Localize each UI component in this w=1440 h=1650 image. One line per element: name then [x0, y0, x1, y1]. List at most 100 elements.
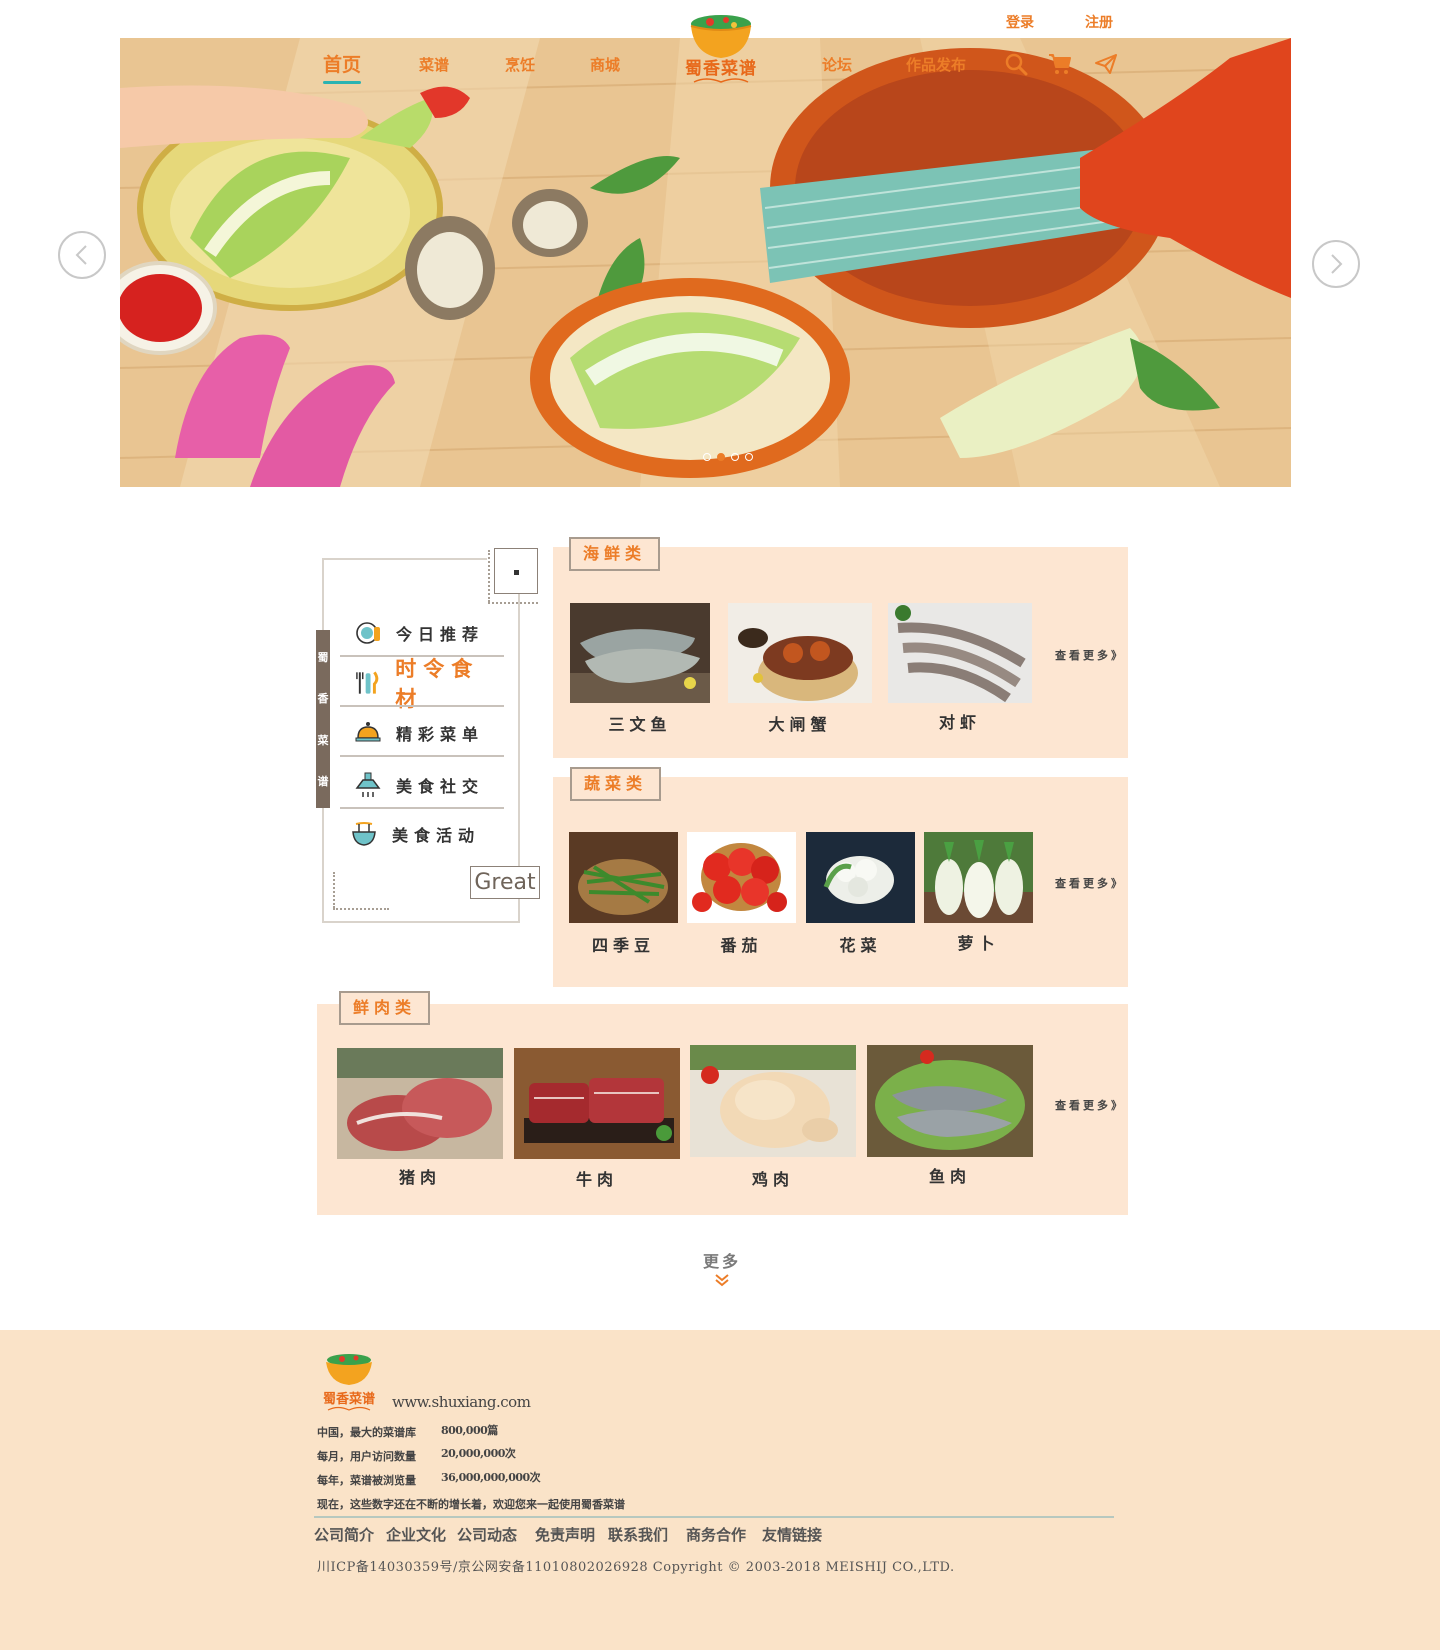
food-tile-pork[interactable]: 猪肉 [337, 1048, 503, 1188]
tile-caption: 大闸蟹 [768, 715, 832, 734]
frame-dotted-line [333, 872, 335, 908]
food-tile-green-beans[interactable]: 四季豆 [569, 832, 678, 957]
cart-icon[interactable] [1048, 52, 1072, 76]
nav-forum[interactable]: 论坛 [822, 54, 852, 75]
vertical-char: 菜 [317, 733, 329, 747]
footer: 蜀香菜谱 www.shuxiang.com 中国，最大的菜谱库 800,000篇… [0, 1330, 1440, 1650]
frame-dotted-line [488, 602, 538, 604]
frame-dotted-line [488, 550, 490, 602]
send-icon[interactable] [1094, 52, 1118, 76]
vegetables-more-link[interactable]: 查看更多》 [1055, 875, 1125, 891]
footer-link-about[interactable]: 公司简介 [314, 1524, 374, 1545]
sidebar-item-menu[interactable]: 精彩菜单 [340, 709, 504, 757]
sidebar-item-social[interactable]: 美食社交 [340, 761, 504, 809]
carousel-dot[interactable] [717, 453, 725, 461]
fish-image [867, 1045, 1033, 1157]
footer-link-disclaimer[interactable]: 免责声明 [535, 1524, 595, 1545]
vertical-brand-label: 蜀 香 菜 谱 [316, 630, 330, 808]
menu-divider [340, 807, 504, 809]
frame-dotted-line [333, 908, 389, 910]
footer-link-culture[interactable]: 企业文化 [386, 1524, 446, 1545]
utensils-icon [356, 671, 379, 694]
hero-illustration [120, 38, 1291, 487]
nav-mall[interactable]: 商城 [590, 54, 620, 75]
logo-text: 蜀香菜谱 [685, 59, 757, 79]
tile-caption: 番茄 [720, 936, 763, 955]
tile-caption: 鱼肉 [928, 1167, 971, 1186]
menu-divider [340, 755, 504, 757]
food-tile-fish[interactable]: 鱼肉 [867, 1045, 1033, 1188]
footer-link-contact[interactable]: 联系我们 [608, 1524, 668, 1545]
carousel-dot[interactable] [745, 453, 753, 461]
sidebar-item-label: 美食社交 [396, 777, 485, 796]
green-beans-image [569, 832, 678, 923]
sidebar-item-today[interactable]: 今日推荐 [340, 609, 504, 657]
register-link[interactable]: 注册 [1085, 12, 1113, 32]
stat-value: 20,000,000次 [441, 1447, 516, 1460]
search-icon[interactable] [1004, 52, 1028, 76]
menu-divider [340, 705, 504, 707]
vertical-char: 香 [317, 692, 329, 706]
food-tile-chicken[interactable]: 鸡肉 [690, 1045, 856, 1189]
hood-icon [355, 772, 381, 797]
carousel-dot[interactable] [731, 453, 739, 461]
frame-square-decor [494, 548, 538, 594]
nav-active-underline [323, 81, 362, 84]
sidebar-item-seasonal[interactable]: 时令食材 [340, 656, 504, 711]
carousel-prev-button[interactable] [58, 231, 106, 279]
tile-caption: 花菜 [839, 936, 882, 955]
sidebar-item-events[interactable]: 美食活动 [336, 810, 500, 858]
tile-caption: 对虾 [938, 713, 981, 732]
tile-caption: 萝卜 [957, 934, 1000, 953]
great-badge: Great [470, 866, 540, 899]
cauliflower-image [806, 832, 915, 923]
seafood-more-link[interactable]: 查看更多》 [1055, 647, 1125, 663]
tile-caption: 猪肉 [398, 1168, 441, 1187]
carousel-dots [703, 453, 753, 461]
nav-home[interactable]: 首页 [323, 50, 362, 84]
meat-title: 鲜肉类 [339, 991, 431, 1025]
beef-image [514, 1048, 680, 1159]
stat-value: 36,000,000,000次 [441, 1471, 541, 1484]
shrimp-image [888, 603, 1032, 703]
footer-link-business[interactable]: 商务合作 [686, 1524, 746, 1545]
food-tile-salmon[interactable]: 三文鱼 [570, 603, 710, 734]
sidebar-item-label: 今日推荐 [396, 625, 485, 644]
footer-link-friends[interactable]: 友情链接 [762, 1524, 822, 1545]
vegetables-title: 蔬菜类 [570, 767, 662, 801]
page: 登录 注册 首页 菜谱 烹饪 商城 论坛 作品发布 蜀香菜谱 蜀 香 菜 谱 今… [0, 0, 1440, 1650]
footer-logo-text: 蜀香菜谱 [322, 1392, 375, 1407]
footer-url[interactable]: www.shuxiang.com [392, 1393, 531, 1411]
tile-caption: 鸡肉 [751, 1170, 794, 1189]
chevron-left-icon [75, 245, 87, 265]
carousel-dot[interactable] [703, 453, 711, 461]
login-link[interactable]: 登录 [1006, 12, 1034, 32]
meat-more-link[interactable]: 查看更多》 [1055, 1097, 1125, 1113]
radish-image [924, 832, 1033, 923]
hero-banner [120, 38, 1291, 487]
footer-link-news[interactable]: 公司动态 [457, 1524, 517, 1545]
stat-label: 中国，最大的菜谱库 [317, 1426, 416, 1439]
load-more-button[interactable]: 更多 [700, 1248, 744, 1291]
nav-recipes[interactable]: 菜谱 [419, 54, 449, 75]
footer-note: 现在，这些数字还在不断的增长着，欢迎您来一起使用蜀香菜谱 [317, 1498, 625, 1511]
food-tile-crab[interactable]: 大闸蟹 [728, 603, 872, 734]
nav-cooking[interactable]: 烹饪 [505, 54, 535, 75]
plate-icon [356, 622, 380, 644]
food-tile-radish[interactable]: 萝卜 [924, 832, 1033, 957]
stat-label: 每月，用户访问数量 [317, 1450, 416, 1463]
tile-caption: 三文鱼 [608, 715, 672, 734]
nav-publish[interactable]: 作品发布 [906, 54, 966, 75]
food-tile-shrimp[interactable]: 对虾 [888, 603, 1032, 733]
bowl-icon [352, 822, 376, 846]
sidebar-item-label: 美食活动 [392, 826, 481, 845]
food-tile-beef[interactable]: 牛肉 [514, 1048, 680, 1189]
site-logo[interactable]: 蜀香菜谱 [676, 10, 766, 92]
food-tile-cauliflower[interactable]: 花菜 [806, 832, 915, 957]
food-tile-tomato[interactable]: 番茄 [687, 832, 796, 957]
footer-logo: 蜀香菜谱 [314, 1350, 384, 1416]
load-more-label: 更多 [702, 1252, 741, 1271]
vertical-char: 蜀 [317, 650, 329, 664]
tile-caption: 四季豆 [591, 936, 655, 955]
carousel-next-button[interactable] [1312, 240, 1360, 288]
